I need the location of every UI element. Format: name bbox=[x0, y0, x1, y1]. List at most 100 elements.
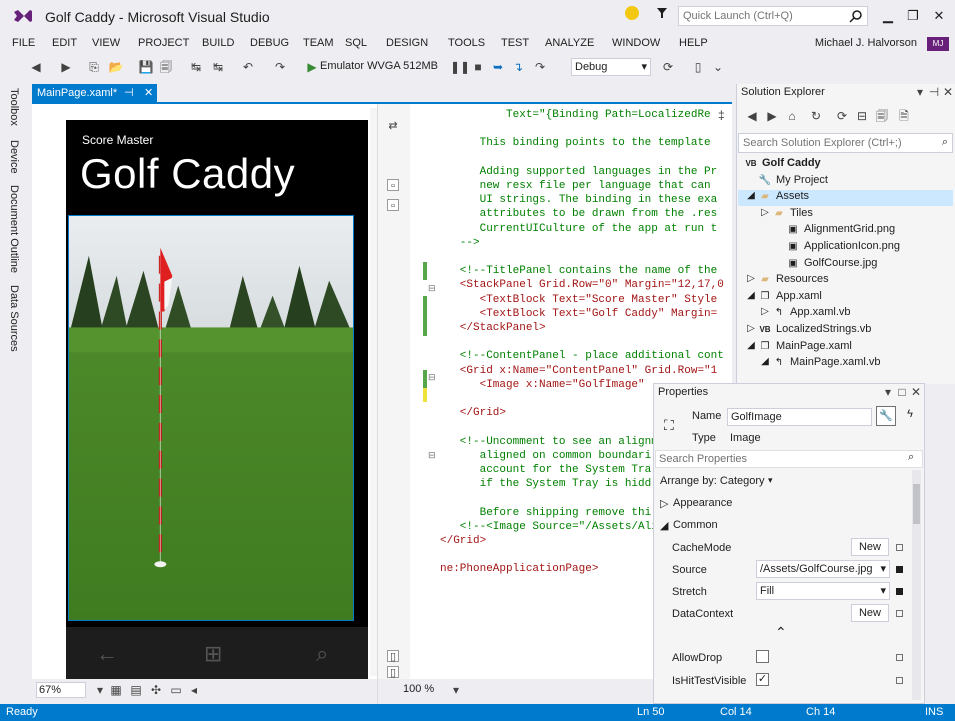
menu-build[interactable]: BUILD bbox=[202, 37, 234, 49]
navigate-back-icon[interactable]: ↹ bbox=[210, 59, 226, 75]
save-icon[interactable]: 💾 bbox=[138, 59, 154, 75]
arrange-by-dropdown[interactable]: Arrange by: Category bbox=[660, 475, 765, 487]
source-select[interactable]: /Assets/GolfCourse.jpg ▾ bbox=[756, 560, 890, 578]
name-field[interactable]: GolfImage bbox=[727, 408, 872, 426]
tree-expander-icon[interactable]: ◢ bbox=[744, 290, 758, 301]
close-panel-icon[interactable]: ✕ bbox=[908, 384, 924, 400]
menu-test[interactable]: TEST bbox=[501, 37, 529, 49]
category-appearance[interactable]: Appearance bbox=[673, 497, 732, 509]
solution-search-input[interactable] bbox=[739, 134, 929, 152]
start-debug-icon[interactable]: ▶ bbox=[304, 59, 320, 75]
local-value-marker[interactable] bbox=[896, 588, 903, 595]
menu-project[interactable]: PROJECT bbox=[138, 37, 189, 49]
horizontal-split-icon[interactable]: ▫ bbox=[387, 199, 399, 212]
show-next-statement-icon[interactable]: ➥ bbox=[490, 59, 506, 75]
menu-file[interactable]: FILE bbox=[12, 37, 35, 49]
advanced-options-marker[interactable] bbox=[896, 654, 903, 661]
tree-expander-icon[interactable]: ▷ bbox=[758, 207, 772, 218]
menu-team[interactable]: TEAM bbox=[303, 37, 334, 49]
back-icon[interactable]: ◀ bbox=[28, 59, 44, 75]
menu-view[interactable]: VIEW bbox=[92, 37, 120, 49]
solution-tree-item[interactable]: ◢ ❐ App.xaml bbox=[747, 290, 822, 302]
forward-icon[interactable]: ▶ bbox=[58, 59, 74, 75]
tree-expander-icon[interactable]: ▷ bbox=[744, 273, 758, 284]
phone-app-name[interactable]: Score Master bbox=[82, 133, 153, 147]
collapse-advanced-icon[interactable]: ⌃ bbox=[775, 624, 787, 641]
properties-scrollbar-thumb[interactable] bbox=[913, 484, 920, 524]
scroll-left-icon[interactable]: ◂ bbox=[186, 682, 202, 698]
save-all-icon[interactable]: 🗐 bbox=[158, 59, 174, 75]
close-tab-icon[interactable]: ✕ bbox=[144, 84, 156, 102]
cachemode-new-button[interactable]: New bbox=[851, 538, 889, 556]
phone-page-title[interactable]: Golf Caddy bbox=[80, 150, 295, 198]
stretch-select[interactable]: Fill ▾ bbox=[756, 582, 890, 600]
menu-design[interactable]: DESIGN bbox=[386, 37, 428, 49]
solution-tree-item[interactable]: ▷ ▰ Resources bbox=[747, 273, 828, 285]
undo-icon[interactable]: ↶ bbox=[240, 59, 256, 75]
snap-lines-icon[interactable]: ✣ bbox=[148, 682, 164, 698]
close-panel-icon[interactable]: ✕ bbox=[940, 84, 955, 100]
show-all-files-icon[interactable]: 🗐 bbox=[874, 108, 890, 124]
solution-tree-item[interactable]: ▣ GolfCourse.jpg bbox=[786, 257, 877, 269]
menu-analyze[interactable]: ANALYZE bbox=[545, 37, 594, 49]
search-properties-input[interactable]: Search Properties bbox=[655, 450, 923, 468]
xaml-pane-icon[interactable]: ▯ bbox=[387, 666, 399, 679]
design-pane-icon[interactable]: ▯ bbox=[387, 650, 399, 663]
solution-tree-item[interactable]: ▷ VB LocalizedStrings.vb bbox=[747, 323, 871, 335]
menu-tools[interactable]: TOOLS bbox=[448, 37, 485, 49]
menu-edit[interactable]: EDIT bbox=[52, 37, 77, 49]
refresh-icon[interactable]: ⟳ bbox=[660, 59, 676, 75]
document-outline-tab[interactable]: Document Outline bbox=[8, 185, 20, 273]
quick-launch-box[interactable] bbox=[678, 6, 868, 26]
tree-expander-icon[interactable]: ◢ bbox=[744, 340, 758, 351]
solution-tree-item[interactable]: ◢ ❐ MainPage.xaml bbox=[747, 340, 852, 352]
restore-button[interactable]: ❐ bbox=[905, 8, 921, 24]
solution-tree-item[interactable]: ▣ ApplicationIcon.png bbox=[786, 240, 900, 252]
open-file-icon[interactable]: 📂 bbox=[108, 59, 124, 75]
snap-grid-icon[interactable]: ▤ bbox=[128, 682, 144, 698]
minimize-button[interactable]: ▁ bbox=[880, 8, 896, 24]
advanced-options-marker[interactable] bbox=[896, 677, 903, 684]
close-button[interactable]: ✕ bbox=[931, 8, 947, 24]
solution-search-box[interactable]: ⌕ bbox=[738, 133, 953, 153]
solution-configuration-select[interactable]: Debug ▾ bbox=[571, 58, 651, 76]
tree-expander-icon[interactable]: ▷ bbox=[744, 323, 758, 334]
toolbox-tab[interactable]: Toolbox bbox=[8, 88, 20, 126]
solution-tree-item[interactable]: ◢ ↰ MainPage.xaml.vb bbox=[761, 356, 880, 368]
solution-tree-item[interactable]: VB Golf Caddy bbox=[744, 157, 820, 169]
refresh-icon[interactable]: ⟳ bbox=[834, 108, 850, 124]
new-project-icon[interactable]: ⎘ bbox=[86, 59, 102, 75]
solution-tree-item[interactable]: ▷ ▰ Tiles bbox=[761, 207, 813, 219]
menu-help[interactable]: HELP bbox=[679, 37, 708, 49]
solution-tree-item[interactable]: 🔧 My Project bbox=[758, 174, 828, 186]
advanced-options-marker[interactable] bbox=[896, 610, 903, 617]
menu-window[interactable]: WINDOW bbox=[612, 37, 660, 49]
pin-icon[interactable]: ⊣ bbox=[124, 84, 134, 102]
properties-icon[interactable]: 🗎 bbox=[896, 108, 912, 124]
xaml-zoom-value[interactable]: 100 % bbox=[403, 683, 434, 695]
category-common[interactable]: Common bbox=[673, 519, 718, 531]
local-value-marker[interactable] bbox=[896, 566, 903, 573]
feedback-smiley-icon[interactable] bbox=[625, 6, 639, 20]
step-into-icon[interactable]: ↴ bbox=[510, 59, 526, 75]
filter-flag-icon[interactable] bbox=[655, 6, 669, 20]
tree-expander-icon[interactable]: ▷ bbox=[758, 306, 772, 317]
tree-expander-icon[interactable]: ◢ bbox=[744, 190, 758, 201]
collapse-all-icon[interactable]: ⊟ bbox=[854, 108, 870, 124]
pause-icon[interactable]: ❚❚ bbox=[450, 59, 470, 75]
solution-tree-item[interactable]: ◢ ▰ Assets bbox=[747, 190, 809, 202]
datacontext-new-button[interactable]: New bbox=[851, 604, 889, 622]
collapse-icon[interactable]: ⊟ bbox=[428, 372, 436, 383]
designer-zoom-select[interactable]: 67% bbox=[36, 682, 86, 698]
user-name[interactable]: Michael J. Halvorson bbox=[815, 37, 917, 49]
toolbar-overflow-icon[interactable]: ⌄ bbox=[710, 59, 726, 75]
category-expander-icon[interactable]: ◢ bbox=[660, 519, 668, 532]
quick-launch-input[interactable] bbox=[679, 7, 839, 25]
split-editor-icon[interactable]: ‡ bbox=[718, 108, 725, 122]
redo-icon[interactable]: ↷ bbox=[272, 59, 288, 75]
vertical-split-icon[interactable]: ▫ bbox=[387, 179, 399, 192]
chevron-down-icon[interactable]: ▾ bbox=[448, 682, 464, 698]
hittest-checkbox[interactable]: ✓ bbox=[756, 673, 769, 686]
collapse-icon[interactable]: ⊟ bbox=[428, 450, 436, 461]
sync-icon[interactable]: ↻ bbox=[808, 108, 824, 124]
